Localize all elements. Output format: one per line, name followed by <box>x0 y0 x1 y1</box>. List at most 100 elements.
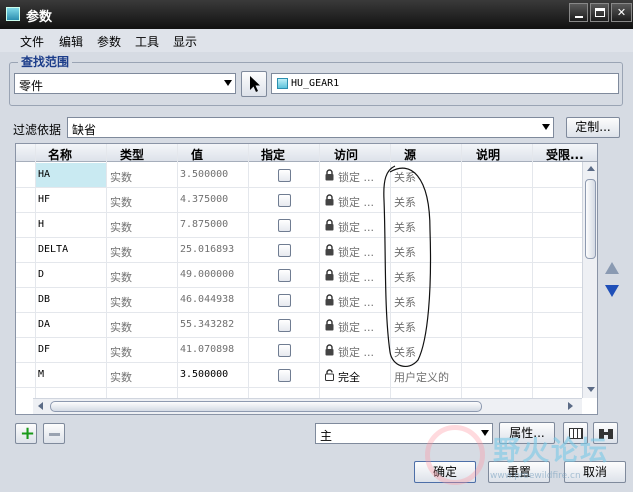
cell-access[interactable]: 锁定 ... <box>338 344 374 360</box>
cursor-arrow-icon <box>250 76 260 92</box>
close-button[interactable]: ✕ <box>611 3 632 22</box>
cell-value[interactable]: 3.500000 <box>180 369 228 380</box>
cell-type[interactable]: 实数 <box>110 244 132 260</box>
designate-checkbox[interactable] <box>278 244 291 257</box>
menu-edit[interactable]: 编辑 <box>59 33 83 50</box>
table-row[interactable]: D 实数 49.000000 锁定 ... 关系 <box>16 263 582 288</box>
scroll-up-icon[interactable] <box>587 166 595 171</box>
vertical-scrollbar[interactable] <box>582 162 597 398</box>
table-row[interactable]: DB 实数 46.044938 锁定 ... 关系 <box>16 288 582 313</box>
column-header-access[interactable]: 访问 <box>334 146 358 163</box>
scroll-left-icon[interactable] <box>38 402 43 410</box>
cell-source[interactable]: 关系 <box>394 244 416 260</box>
scroll-right-icon[interactable] <box>568 402 573 410</box>
watermark-logo <box>425 425 485 485</box>
move-down-icon[interactable] <box>605 285 619 297</box>
cell-source[interactable]: 关系 <box>394 194 416 210</box>
cell-name[interactable]: DELTA <box>38 244 68 255</box>
column-header-restricted[interactable]: 受限... <box>546 146 584 163</box>
table-row[interactable]: HA 实数 3.500000 锁定 ... 关系 <box>16 163 582 188</box>
designate-checkbox[interactable] <box>278 169 291 182</box>
cell-type[interactable]: 实数 <box>110 219 132 235</box>
menu-bar: 文件 编辑 参数 工具 显示 <box>0 29 633 52</box>
cell-name[interactable]: D <box>38 269 44 280</box>
designate-checkbox[interactable] <box>278 294 291 307</box>
cell-access[interactable]: 锁定 ... <box>338 194 374 210</box>
cell-source[interactable]: 关系 <box>394 294 416 310</box>
remove-parameter-button[interactable] <box>43 423 65 444</box>
cell-source[interactable]: 关系 <box>394 269 416 285</box>
designate-checkbox[interactable] <box>278 194 291 207</box>
cell-type[interactable]: 实数 <box>110 194 132 210</box>
designate-checkbox[interactable] <box>278 369 291 382</box>
cell-source[interactable]: 关系 <box>394 169 416 185</box>
column-header-description[interactable]: 说明 <box>476 146 500 163</box>
cell-access[interactable]: 锁定 ... <box>338 219 374 235</box>
select-object-button[interactable] <box>241 71 267 97</box>
column-header-name[interactable]: 名称 <box>48 146 72 163</box>
cell-source[interactable]: 用户定义的 <box>394 369 449 385</box>
cell-value[interactable]: 49.000000 <box>180 269 234 280</box>
cell-access[interactable]: 锁定 ... <box>338 269 374 285</box>
cell-name[interactable]: DB <box>38 294 50 305</box>
cell-name[interactable]: M <box>38 369 44 380</box>
object-type-select[interactable]: 零件 <box>14 73 236 94</box>
customize-button[interactable]: 定制... <box>566 117 620 138</box>
table-row[interactable]: M 实数 3.500000 完全 用户定义的 <box>16 363 582 388</box>
designate-checkbox[interactable] <box>278 269 291 282</box>
lock-icon <box>325 244 334 256</box>
model-select[interactable]: HU_GEAR1 <box>271 73 619 94</box>
cell-type[interactable]: 实数 <box>110 369 132 385</box>
cell-access[interactable]: 锁定 ... <box>338 319 374 335</box>
horizontal-scrollbar[interactable] <box>33 398 582 414</box>
table-row[interactable]: H 实数 7.875000 锁定 ... 关系 <box>16 213 582 238</box>
table-row[interactable]: HF 实数 4.375000 锁定 ... 关系 <box>16 188 582 213</box>
cell-name[interactable]: HA <box>38 169 50 180</box>
maximize-button[interactable] <box>590 3 609 22</box>
menu-file[interactable]: 文件 <box>20 33 44 50</box>
scroll-thumb[interactable] <box>585 179 596 259</box>
cell-type[interactable]: 实数 <box>110 319 132 335</box>
cell-value[interactable]: 55.343282 <box>180 319 234 330</box>
cell-type[interactable]: 实数 <box>110 269 132 285</box>
cell-source[interactable]: 关系 <box>394 319 416 335</box>
cell-value[interactable]: 3.500000 <box>180 169 228 180</box>
cell-access[interactable]: 锁定 ... <box>338 169 374 185</box>
cell-value[interactable]: 41.070898 <box>180 344 234 355</box>
column-header-value[interactable]: 值 <box>191 146 203 163</box>
table-row[interactable]: DA 实数 55.343282 锁定 ... 关系 <box>16 313 582 338</box>
table-row[interactable]: DELTA 实数 25.016893 锁定 ... 关系 <box>16 238 582 263</box>
scroll-down-icon[interactable] <box>587 387 595 392</box>
cell-access[interactable]: 完全 <box>338 369 360 385</box>
table-row[interactable]: DF 实数 41.070898 锁定 ... 关系 <box>16 338 582 363</box>
cell-value[interactable]: 4.375000 <box>180 194 228 205</box>
menu-tools[interactable]: 工具 <box>135 33 159 50</box>
column-header-designate[interactable]: 指定 <box>261 146 285 163</box>
minimize-button[interactable] <box>569 3 588 22</box>
cell-source[interactable]: 关系 <box>394 219 416 235</box>
designate-checkbox[interactable] <box>278 219 291 232</box>
cell-type[interactable]: 实数 <box>110 294 132 310</box>
menu-parameters[interactable]: 参数 <box>97 33 121 50</box>
move-up-icon[interactable] <box>605 262 619 274</box>
cell-name[interactable]: H <box>38 219 44 230</box>
cell-name[interactable]: DF <box>38 344 50 355</box>
designate-checkbox[interactable] <box>278 344 291 357</box>
cell-name[interactable]: DA <box>38 319 50 330</box>
cell-value[interactable]: 7.875000 <box>180 219 228 230</box>
add-parameter-button[interactable]: + <box>15 423 37 444</box>
column-header-source[interactable]: 源 <box>404 146 416 163</box>
scroll-thumb-horizontal[interactable] <box>50 401 482 412</box>
cell-access[interactable]: 锁定 ... <box>338 294 374 310</box>
cell-name[interactable]: HF <box>38 194 50 205</box>
filter-select[interactable]: 缺省 <box>67 117 554 138</box>
cell-value[interactable]: 25.016893 <box>180 244 234 255</box>
designate-checkbox[interactable] <box>278 319 291 332</box>
cell-value[interactable]: 46.044938 <box>180 294 234 305</box>
menu-display[interactable]: 显示 <box>173 33 197 50</box>
cell-access[interactable]: 锁定 ... <box>338 244 374 260</box>
cell-type[interactable]: 实数 <box>110 344 132 360</box>
cell-source[interactable]: 关系 <box>394 344 416 360</box>
column-header-type[interactable]: 类型 <box>120 146 144 163</box>
cell-type[interactable]: 实数 <box>110 169 132 185</box>
